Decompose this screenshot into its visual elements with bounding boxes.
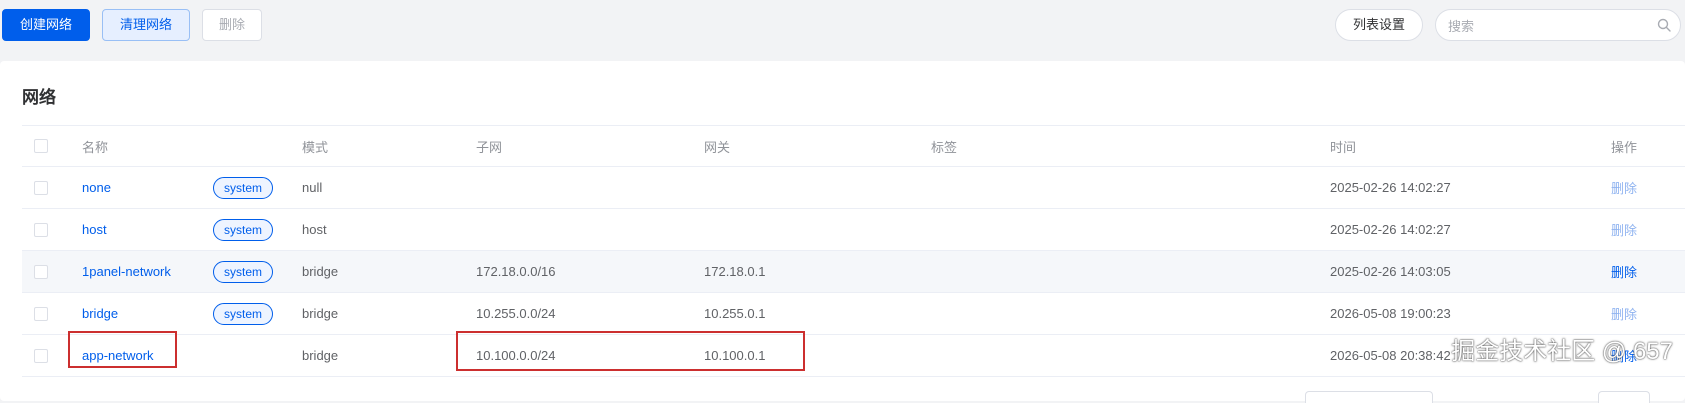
- header-gateway: 网关: [704, 139, 731, 155]
- gateway-cell: 10.255.0.1: [704, 306, 766, 321]
- mode-cell: bridge: [302, 306, 339, 321]
- table-row: none system null 2025-02-26 14:02:27 删除: [22, 167, 1685, 209]
- network-name-link[interactable]: bridge: [82, 293, 118, 334]
- row-checkbox[interactable]: [34, 222, 48, 237]
- header-mode: 模式: [302, 139, 329, 155]
- time-cell: 2025-02-26 14:03:05: [1330, 264, 1451, 279]
- gateway-cell: 172.18.0.1: [704, 264, 766, 279]
- network-name-link[interactable]: host: [82, 209, 107, 250]
- toolbar: 创建网络 清理网络 删除 列表设置: [0, 0, 1685, 52]
- system-badge: system: [213, 260, 274, 283]
- network-table: 名称 模式 子网 网关 标签 时间 操作 none system null 20…: [22, 125, 1685, 377]
- network-name-link[interactable]: 1panel-network: [82, 251, 171, 292]
- table-row: bridge system bridge 10.255.0.0/24 10.25…: [22, 293, 1685, 335]
- time-cell: 2026-05-08 19:00:23: [1330, 306, 1451, 321]
- row-checkbox[interactable]: [34, 348, 48, 363]
- subnet-cell: 172.18.0.0/16: [476, 264, 556, 279]
- table-row: 1panel-network system bridge 172.18.0.0/…: [22, 251, 1685, 293]
- system-badge: system: [213, 176, 274, 199]
- header-name: 名称: [82, 139, 109, 155]
- table-row: host system host 2025-02-26 14:02:27 删除: [22, 209, 1685, 251]
- search-input[interactable]: [1446, 11, 1650, 41]
- header-ops: 操作: [1611, 139, 1638, 155]
- delete-selected-button[interactable]: 删除: [202, 9, 262, 41]
- subnet-cell: 10.255.0.0/24: [476, 306, 556, 321]
- search-icon[interactable]: [1657, 18, 1671, 32]
- delete-row-button[interactable]: 删除: [1611, 293, 1637, 334]
- row-checkbox[interactable]: [34, 306, 48, 321]
- time-cell: 2026-05-08 20:38:42: [1330, 348, 1451, 363]
- row-checkbox[interactable]: [34, 264, 48, 279]
- header-subnet: 子网: [476, 139, 503, 155]
- page-jump-input[interactable]: [1598, 391, 1650, 403]
- gateway-cell: 10.100.0.1: [704, 348, 766, 363]
- subnet-cell: 10.100.0.0/24: [476, 348, 556, 363]
- page-size-select[interactable]: [1305, 391, 1433, 403]
- watermark: 掘金技术社区 @ 657: [1451, 338, 1673, 365]
- mode-cell: bridge: [302, 264, 339, 279]
- column-settings-button[interactable]: 列表设置: [1335, 9, 1423, 41]
- time-cell: 2025-02-26 14:02:27: [1330, 222, 1451, 237]
- network-name-link[interactable]: app-network: [82, 335, 154, 376]
- system-badge: system: [213, 218, 274, 241]
- delete-row-button[interactable]: 删除: [1611, 209, 1637, 250]
- delete-row-button[interactable]: 删除: [1611, 167, 1637, 208]
- time-cell: 2025-02-26 14:02:27: [1330, 180, 1451, 195]
- network-name-link[interactable]: none: [82, 167, 111, 208]
- select-all-checkbox[interactable]: [34, 139, 48, 153]
- header-time: 时间: [1330, 139, 1357, 155]
- mode-cell: host: [302, 222, 327, 237]
- header-labels: 标签: [931, 139, 958, 155]
- search-box[interactable]: [1435, 9, 1681, 41]
- mode-cell: bridge: [302, 348, 339, 363]
- prune-network-button[interactable]: 清理网络: [102, 9, 190, 41]
- delete-row-button[interactable]: 删除: [1611, 251, 1637, 292]
- system-badge: system: [213, 302, 274, 325]
- create-network-button[interactable]: 创建网络: [2, 9, 90, 41]
- table-header: 名称 模式 子网 网关 标签 时间 操作: [22, 125, 1685, 167]
- network-card: 网络 名称 模式 子网 网关 标签 时间 操作 none system null…: [0, 61, 1685, 403]
- row-checkbox[interactable]: [34, 180, 48, 195]
- mode-cell: null: [302, 180, 323, 195]
- page-title: 网络: [22, 88, 56, 107]
- table-row: app-network bridge 10.100.0.0/24 10.100.…: [22, 335, 1685, 377]
